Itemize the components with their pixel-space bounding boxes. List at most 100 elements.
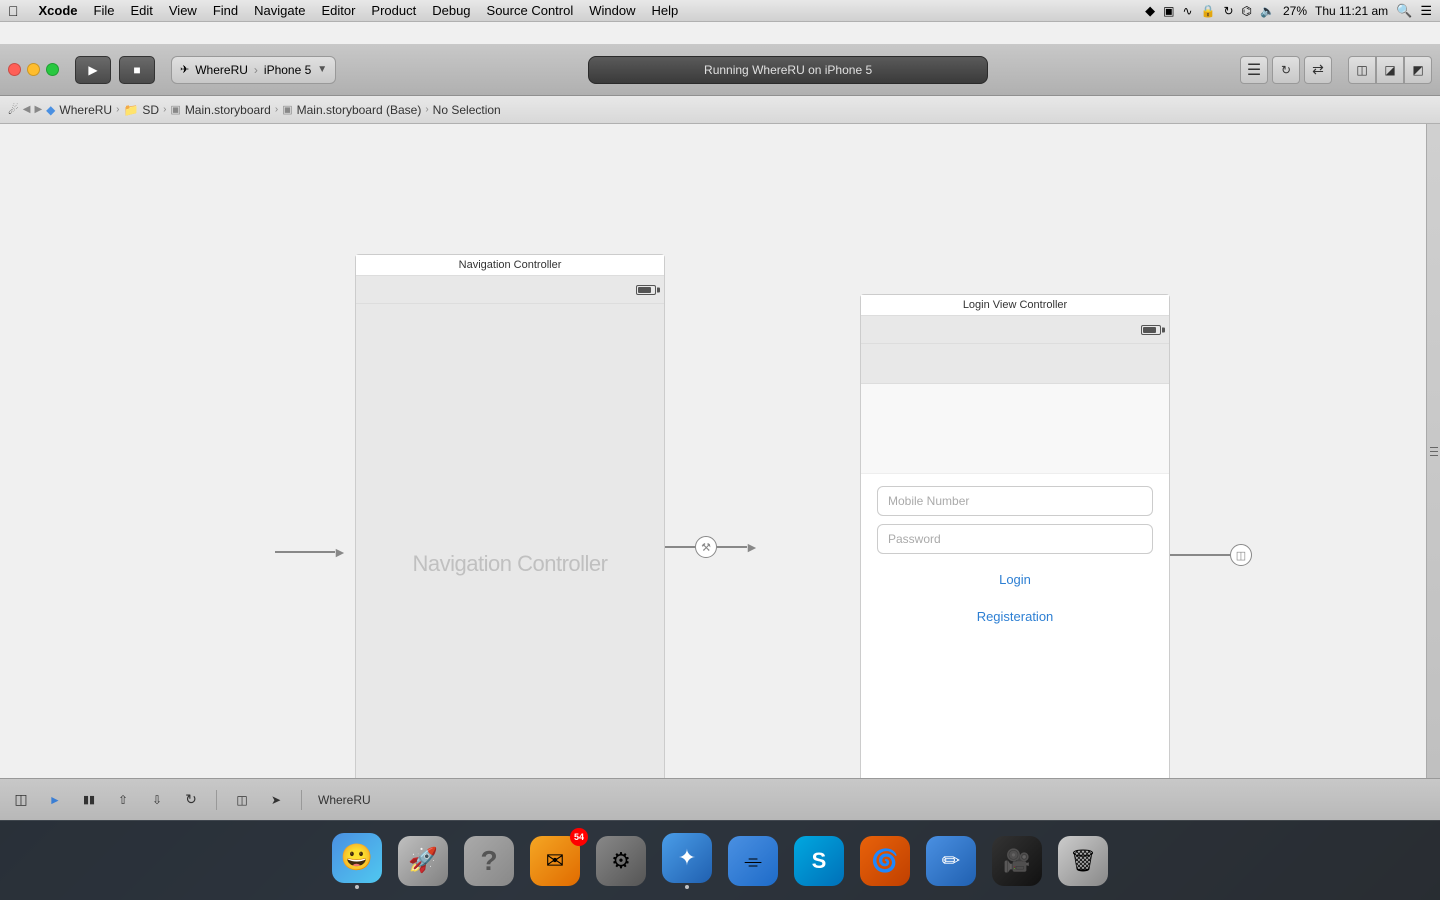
media-icon: 🎥 (992, 836, 1042, 886)
build-status-pill: Running WhereRU on iPhone 5 (588, 56, 988, 84)
toolbar: ▶ ■ ✈ WhereRU › iPhone 5 ▼ Running Where… (0, 44, 1440, 96)
menubar-window[interactable]: Window (589, 3, 635, 18)
bottom-grid-icon[interactable]: ◫ (8, 787, 34, 813)
dock-trash[interactable]: 🗑 (1054, 832, 1112, 890)
stop-button[interactable]: ■ (119, 56, 155, 84)
password-placeholder: Password (888, 532, 941, 546)
editor-history-button[interactable]: ↻ (1272, 56, 1300, 84)
segue-icon: ⚒ (695, 536, 717, 558)
breadcrumb-nav-forward[interactable]: ▶ (34, 104, 42, 115)
menubar-find[interactable]: Find (213, 3, 238, 18)
breadcrumb-item-storyboard-base[interactable]: ▣ Main.storyboard (Base) (282, 103, 421, 117)
view-utilities-button[interactable]: ◩ (1404, 56, 1432, 84)
bottom-pause-icon[interactable]: ▮▮ (76, 787, 102, 813)
login-battery-icon (1141, 325, 1161, 335)
notification-center-icon[interactable]: ☰ (1420, 3, 1432, 19)
mobile-placeholder: Mobile Number (888, 494, 969, 508)
breadcrumb-item-storyboard[interactable]: ▣ Main.storyboard (170, 103, 270, 117)
dock-mail[interactable]: ✉ 54 (526, 832, 584, 890)
dock-xcode[interactable]: ✦ (658, 832, 716, 890)
right-segue-arrow: ◫ (1170, 544, 1252, 566)
bottom-divider-1 (216, 790, 217, 810)
safari-icon: ⌯ (728, 836, 778, 886)
volume-icon: 🔈 (1260, 4, 1275, 18)
breadcrumb-item-app[interactable]: ◆ WhereRU (46, 103, 112, 117)
dock-launchpad[interactable]: 🚀 (394, 832, 452, 890)
storyboard-canvas-area[interactable]: ► Navigation Controller Navigation Contr… (0, 124, 1426, 778)
password-field[interactable]: Password (877, 524, 1153, 554)
maximize-window-button[interactable] (46, 63, 59, 76)
menubar-source-control[interactable]: Source Control (487, 3, 574, 18)
breadcrumb-item-sd[interactable]: 📁 SD (123, 103, 159, 117)
menubar-view[interactable]: View (169, 3, 197, 18)
system-prefs-icon: ⚙ (596, 836, 646, 886)
menubar-file[interactable]: File (94, 3, 115, 18)
lock-icon: 🔒 (1201, 4, 1216, 18)
login-form-area: Mobile Number Password Login Registerati… (861, 474, 1169, 646)
breadcrumb-no-selection-label: No Selection (433, 103, 501, 117)
dock-ios-simulator[interactable]: ✏ (922, 832, 980, 890)
window-controls (8, 63, 59, 76)
dropbox-icon: ◆ (1145, 3, 1155, 19)
minimize-window-button[interactable] (27, 63, 40, 76)
search-menu-icon[interactable]: 🔍 (1396, 3, 1412, 19)
dock-question[interactable]: ? (460, 832, 518, 890)
login-status-bar (861, 316, 1169, 344)
mobile-number-field[interactable]: Mobile Number (877, 486, 1153, 516)
view-debug-button[interactable]: ◪ (1376, 56, 1404, 84)
close-window-button[interactable] (8, 63, 21, 76)
firefox-icon: 🌀 (860, 836, 910, 886)
menubar-navigate[interactable]: Navigate (254, 3, 305, 18)
bluetooth-icon: ⌬ (1242, 4, 1252, 18)
login-view-controller-scene: Login View Controller Mobile Number Pass… (860, 294, 1170, 778)
menubar-product[interactable]: Product (371, 3, 416, 18)
dock-firefox[interactable]: 🌀 (856, 832, 914, 890)
bottom-send-icon[interactable]: ➤ (263, 787, 289, 813)
scheme-chevron: ▼ (317, 64, 327, 75)
question-icon: ? (464, 836, 514, 886)
notification-icon: ▣ (1163, 4, 1174, 18)
breadcrumb-item-root: ☄ (8, 103, 19, 117)
menubar-help[interactable]: Help (652, 3, 679, 18)
scheme-selector[interactable]: ✈ WhereRU › iPhone 5 ▼ (171, 56, 336, 84)
bottom-layout-icon[interactable]: ◫ (229, 787, 255, 813)
registration-button[interactable]: Registeration (877, 599, 1153, 634)
scheme-icon: ✈ (180, 63, 189, 76)
login-button[interactable]: Login (877, 562, 1153, 591)
editor-assistant-button[interactable]: ⇄ (1304, 56, 1332, 84)
bottom-down-icon[interactable]: ⇩ (144, 787, 170, 813)
bottom-up-icon[interactable]: ⇧ (110, 787, 136, 813)
menubar-debug[interactable]: Debug (432, 3, 470, 18)
dock-safari[interactable]: ⌯ (724, 832, 782, 890)
bottom-refresh-icon[interactable]: ↻ (178, 787, 204, 813)
build-status-area: Running WhereRU on iPhone 5 (344, 56, 1232, 84)
menubar-edit[interactable]: Edit (130, 3, 152, 18)
menubar:  Xcode File Edit View Find Navigate Edi… (0, 0, 1440, 22)
battery-menu: 27% (1283, 4, 1307, 18)
dock-skype[interactable]: S (790, 832, 848, 890)
clock-display: Thu 11:21 am (1315, 4, 1388, 18)
editor-standard-button[interactable]: ☰ (1240, 56, 1268, 84)
storyboard-icon: ▣ (170, 103, 180, 116)
dock-finder[interactable]: 😀 (328, 832, 386, 890)
breadcrumb-nav-back[interactable]: ◀ (23, 104, 31, 115)
dock-media[interactable]: 🎥 (988, 832, 1046, 890)
entry-arrow: ► (275, 544, 347, 560)
dock-system-prefs[interactable]: ⚙ (592, 832, 650, 890)
xcode-window: ▶ ■ ✈ WhereRU › iPhone 5 ▼ Running Where… (0, 22, 1440, 820)
nav-controller-watermark: Navigation Controller (356, 551, 664, 577)
bottom-play-icon[interactable]: ► (42, 787, 68, 813)
menubar-editor[interactable]: Editor (321, 3, 355, 18)
build-status-text: Running WhereRU on iPhone 5 (704, 63, 872, 77)
run-button[interactable]: ▶ (75, 56, 111, 84)
trash-icon: 🗑 (1058, 836, 1108, 886)
view-navigator-button[interactable]: ◫ (1348, 56, 1376, 84)
apple-menu[interactable]:  (8, 3, 19, 19)
xcode-icon: ✦ (662, 833, 712, 883)
time-machine-icon: ↻ (1223, 4, 1233, 18)
right-sidebar-toggle[interactable] (1426, 124, 1440, 778)
launchpad-icon: 🚀 (398, 836, 448, 886)
toolbar-right-group: ☰ ↻ ⇄ ◫ ◪ ◩ (1240, 56, 1432, 84)
menubar-xcode[interactable]: Xcode (39, 3, 78, 18)
wifi-icon: ∿ (1182, 4, 1192, 18)
